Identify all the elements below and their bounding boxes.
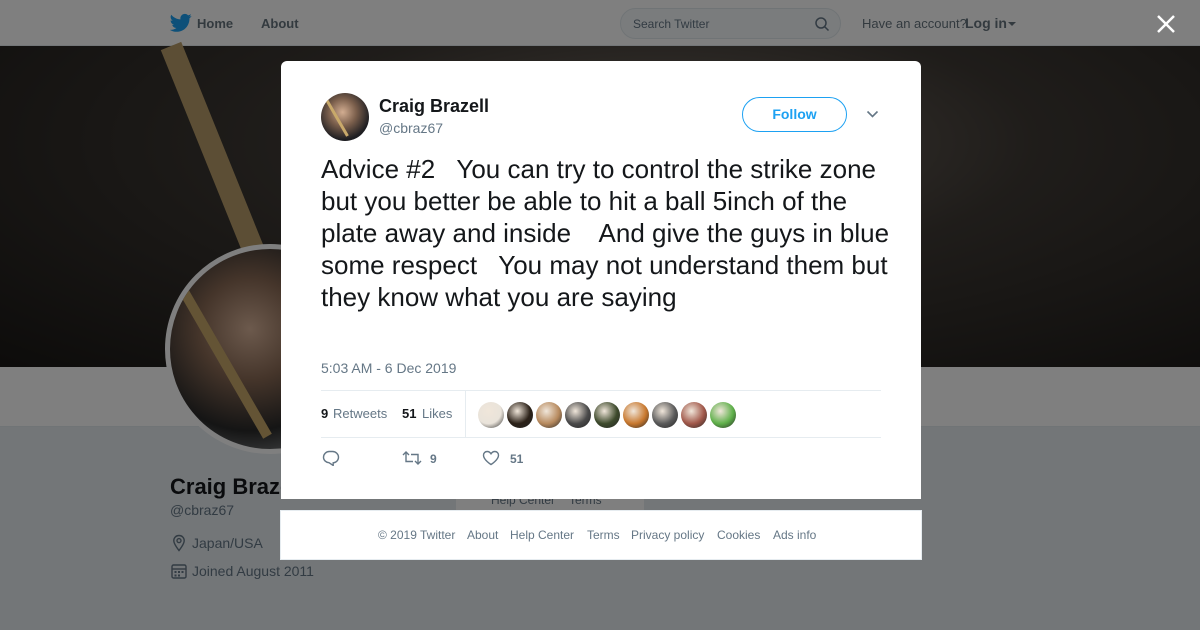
footer-about-link[interactable]: About: [467, 528, 498, 542]
likes-label[interactable]: Likes: [422, 406, 452, 421]
liker-avatar[interactable]: [507, 402, 533, 428]
retweets-count[interactable]: 9: [321, 406, 328, 421]
liker-avatar[interactable]: [652, 402, 678, 428]
footer-privacy-link[interactable]: Privacy policy: [631, 528, 704, 542]
footer-terms-link[interactable]: Terms: [587, 528, 620, 542]
footer-copyright: © 2019 Twitter: [378, 528, 456, 542]
reply-icon[interactable]: [322, 450, 340, 466]
like-action-count[interactable]: 51: [510, 452, 523, 466]
tweet-author-name[interactable]: Craig Brazell: [379, 96, 489, 117]
tweet-author-handle[interactable]: @cbraz67: [379, 120, 443, 136]
tweet-stats: 9 Retweets 51 Likes: [321, 390, 881, 438]
tweet-modal: Craig Brazell @cbraz67 Follow Advice #2 …: [281, 61, 921, 499]
tweet-author-avatar[interactable]: [321, 93, 369, 141]
retweets-label[interactable]: Retweets: [333, 406, 387, 421]
footer-ads-info-link[interactable]: Ads info: [773, 528, 816, 542]
tweet-timestamp[interactable]: 5:03 AM - 6 Dec 2019: [321, 360, 456, 376]
liker-avatar[interactable]: [594, 402, 620, 428]
modal-footer: © 2019 Twitter About Help Center Terms P…: [280, 510, 922, 560]
liker-avatar[interactable]: [623, 402, 649, 428]
follow-button[interactable]: Follow: [742, 97, 847, 132]
tweet-text: Advice #2 You can try to control the str…: [321, 154, 897, 312]
liker-avatar[interactable]: [565, 402, 591, 428]
tweet-actions: 9 51: [321, 447, 881, 471]
retweet-action-count[interactable]: 9: [430, 452, 437, 466]
stats-divider: [465, 391, 466, 437]
liker-avatar[interactable]: [710, 402, 736, 428]
footer-cookies-link[interactable]: Cookies: [717, 528, 760, 542]
footer-help-center-link[interactable]: Help Center: [510, 528, 574, 542]
heart-icon[interactable]: [482, 450, 500, 466]
chevron-down-icon[interactable]: [866, 110, 879, 119]
close-icon[interactable]: [1154, 12, 1178, 36]
liker-avatar[interactable]: [478, 402, 504, 428]
retweet-icon[interactable]: [402, 450, 422, 466]
liker-avatar[interactable]: [536, 402, 562, 428]
liker-avatar[interactable]: [681, 402, 707, 428]
likes-count[interactable]: 51: [402, 406, 416, 421]
